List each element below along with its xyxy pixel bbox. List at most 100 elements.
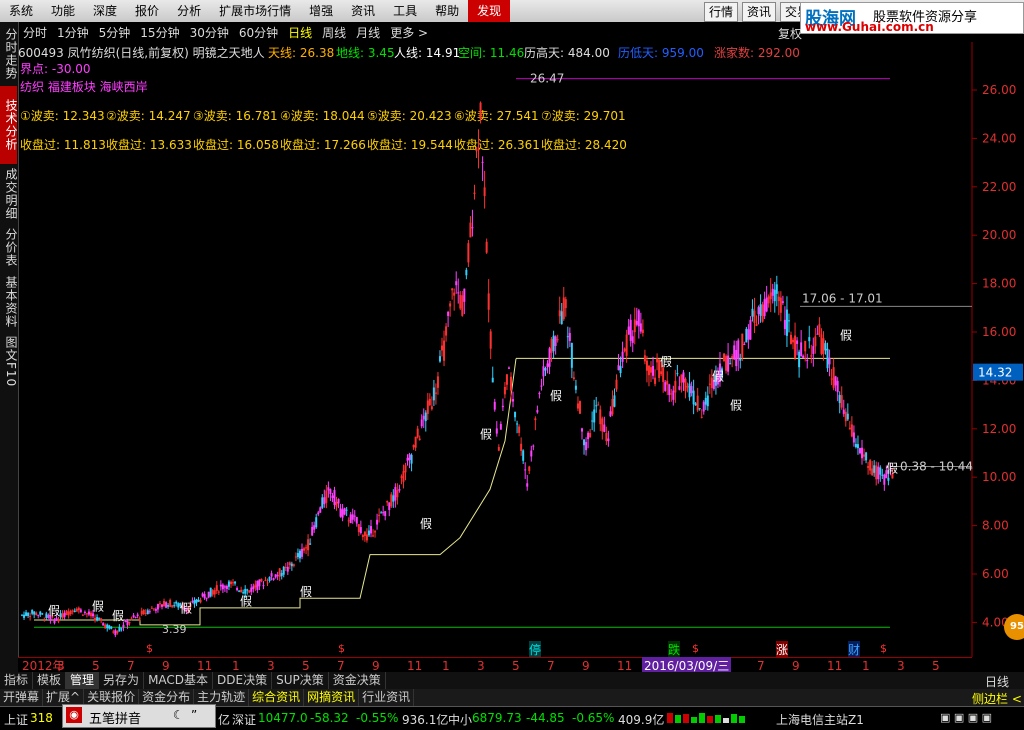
candle-body [643,355,646,362]
candle-body [246,589,249,591]
candle-body [512,399,515,402]
marker-halt[interactable]: 停 [529,641,542,658]
candle-body [844,411,847,422]
candle-body [455,281,458,286]
tab-manage[interactable]: 管理 [66,672,100,689]
candle-body [729,363,732,365]
candle-body [763,299,766,317]
candle-body [53,619,56,624]
candle-body [794,335,797,359]
candle-body [400,476,403,478]
moon-icon[interactable]: ☾ [173,708,184,722]
sz-label: 深证 [232,713,257,727]
candle-body [402,471,405,482]
x-tick-label: 11 [407,659,422,673]
candle-body [434,392,437,394]
candle-body [800,342,803,357]
candle-body [284,567,287,569]
candle-body [215,585,218,591]
candle-body [824,343,827,351]
candle-body [175,601,178,604]
server-name[interactable]: 上海电信主站Z1 [776,711,864,728]
candle-body [828,357,831,365]
candle-body [171,605,174,607]
notification-badge[interactable]: 95 [1004,614,1024,640]
candle-body [810,355,813,357]
status-tray-icons[interactable]: ▣ ▣ ▣ ▣ [940,711,992,724]
tab-sup[interactable]: SUP决策 [272,672,329,689]
x-tick-label: 1 [442,659,450,673]
tab-general-news[interactable]: 综合资讯 [249,689,305,706]
candle-body [380,512,383,514]
step-support-line [34,358,517,626]
current-price-label: 14.32 [978,366,1012,380]
x-tick-label: 7 [547,659,555,673]
tab-indicator[interactable]: 指标 [0,672,34,689]
candle-body [254,584,257,588]
candle-body [268,576,271,582]
candle-body [227,581,230,587]
candle-body [146,610,149,615]
band-label: 17.06 - 17.01 [802,291,883,305]
candle-body [116,631,119,634]
candle-body [213,590,216,595]
punct-icon[interactable]: ” [191,708,197,722]
candle-body [410,454,413,464]
candle-body [57,619,60,622]
candle-body [601,418,604,432]
x-tick-label: 5 [512,659,520,673]
candle-body [749,320,752,340]
candle-body [79,609,82,613]
candle-body [887,477,890,481]
candle-body [242,592,245,594]
x-tick-label: 3 [57,659,65,673]
candle-body [530,450,533,457]
candle-body [219,584,222,587]
side-bar-toggle[interactable]: 侧边栏 < [972,690,1022,707]
marker-finance[interactable]: 财 [848,641,861,658]
tab-template[interactable]: 模板 [33,672,67,689]
candle-body [43,618,46,620]
candle-body [288,562,291,566]
daily-label[interactable]: 日线 [985,673,1009,690]
candle-body [645,360,648,371]
candle-body [765,297,768,312]
candle-body [850,424,853,437]
candle-body [621,351,624,362]
candle-body [33,611,36,615]
candle-body [514,412,517,418]
candle-body [463,288,466,302]
ime-toolbar[interactable]: ◉ 五笔拼音 ☾ ” [62,704,216,728]
tab-dde[interactable]: DDE决策 [213,672,273,689]
candle-body [290,563,293,567]
fake-signal-label: 假 [730,398,742,412]
fake-signal-label: 假 [180,602,192,616]
candle-body [124,620,127,623]
candle-body [562,297,565,320]
tab-industry-news[interactable]: 行业资讯 [359,689,415,706]
candle-body [426,400,429,414]
tab-danmaku[interactable]: 开弹幕 [0,689,44,706]
tab-save-as[interactable]: 另存为 [99,672,145,689]
candle-body [556,339,559,341]
candle-body [390,494,393,507]
fake-signal-label: 假 [420,517,432,531]
ime-label[interactable]: 五笔拼音 [89,708,141,727]
candle-body [471,227,474,229]
candle-body [303,548,306,551]
candle-body [826,348,829,369]
candle-body [603,424,606,432]
candle-body [201,593,204,597]
marker-fall[interactable]: 跌 [668,641,681,658]
tab-macd[interactable]: MACD基本 [144,672,214,689]
candle-body [682,372,685,383]
candle-body [150,607,153,609]
candle-body [806,360,809,362]
tab-fund-decision[interactable]: 资金决策 [329,672,386,689]
tab-web-news[interactable]: 网摘资讯 [304,689,360,706]
kline-chart[interactable]: 假假假假假假假假假假假假假假$$$$$ 26.47 17.06 - 17.01 … [0,0,1024,729]
candle-body [110,626,113,629]
candle-body [706,395,709,407]
candle-body [422,415,425,420]
marker-rise[interactable]: 涨 [776,641,789,658]
